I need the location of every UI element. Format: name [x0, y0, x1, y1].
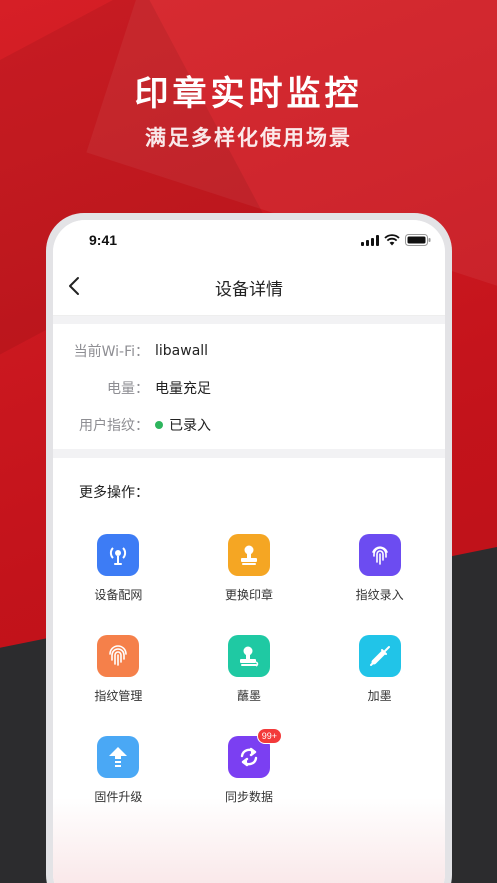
phone-screen: 9:41 设备详情 当前Wi-Fi： libawall 电量： 电量充足 用户指…: [53, 220, 445, 883]
notification-badge: 99+: [256, 728, 282, 744]
op-label: 蘸墨: [236, 689, 261, 703]
fingerprint-icon: [358, 534, 401, 576]
status-bar: 9:41: [53, 220, 445, 258]
operations-card: 更多操作： 设备配网 更换印章 指纹录入 指纹管理 蘸墨 加墨 固件升级 99+…: [53, 458, 445, 883]
op-label: 指纹录入: [355, 588, 404, 602]
op-label: 设备配网: [94, 588, 143, 602]
info-row-fingerprint: 用户指纹： 已录入: [53, 406, 445, 443]
op-device-network[interactable]: 设备配网: [53, 534, 184, 602]
promo-subline: 满足多样化使用场景: [145, 126, 352, 150]
info-value: 电量充足: [155, 380, 211, 397]
ink-stamp-icon: [227, 635, 270, 677]
info-value: 已录入: [169, 417, 211, 434]
op-label: 同步数据: [224, 790, 273, 804]
op-label: 指纹管理: [94, 689, 143, 703]
battery-icon: [405, 234, 431, 246]
stamp-icon: [227, 534, 270, 576]
promo-headline: 印章实时监控: [134, 74, 363, 114]
info-label: 电量：: [107, 380, 149, 397]
status-time: 9:41: [89, 232, 118, 248]
network-icon: [97, 534, 140, 576]
op-fingerprint-enroll[interactable]: 指纹录入: [314, 534, 445, 602]
op-label: 固件升级: [94, 790, 143, 804]
signal-icon: [361, 235, 379, 246]
info-row-wifi: 当前Wi-Fi： libawall: [53, 332, 445, 369]
device-info-card: 当前Wi-Fi： libawall 电量： 电量充足 用户指纹： 已录入: [53, 324, 445, 449]
phone-frame: 9:41 设备详情 当前Wi-Fi： libawall 电量： 电量充足 用户指…: [46, 213, 452, 883]
sync-icon: 99+: [227, 728, 282, 778]
operations-title: 更多操作：: [79, 485, 149, 501]
op-fingerprint-manage[interactable]: 指纹管理: [53, 635, 184, 703]
upgrade-icon: [97, 736, 140, 778]
op-change-stamp[interactable]: 更换印章: [184, 534, 315, 602]
op-sync-data[interactable]: 99+ 同步数据: [184, 728, 315, 804]
operations-grid: 设备配网 更换印章 指纹录入 指纹管理 蘸墨 加墨 固件升级 99+ 同步数据: [53, 534, 445, 804]
op-dip-ink[interactable]: 蘸墨: [184, 635, 315, 703]
info-value: libawall: [155, 342, 209, 359]
syringe-icon: [358, 635, 401, 677]
info-label: 用户指纹：: [79, 417, 149, 434]
op-label: 更换印章: [224, 588, 273, 602]
info-label: 当前Wi-Fi：: [73, 343, 149, 360]
page-title: 设备详情: [215, 280, 283, 300]
fingerprint-manage-icon: [97, 635, 140, 677]
op-firmware-upgrade[interactable]: 固件升级: [53, 736, 184, 804]
info-row-battery: 电量： 电量充足: [53, 369, 445, 406]
wifi-icon: [384, 234, 400, 246]
op-add-ink[interactable]: 加墨: [314, 635, 445, 703]
nav-bar: 设备详情: [53, 258, 445, 316]
status-dot: [155, 420, 163, 429]
op-label: 加墨: [367, 689, 392, 703]
